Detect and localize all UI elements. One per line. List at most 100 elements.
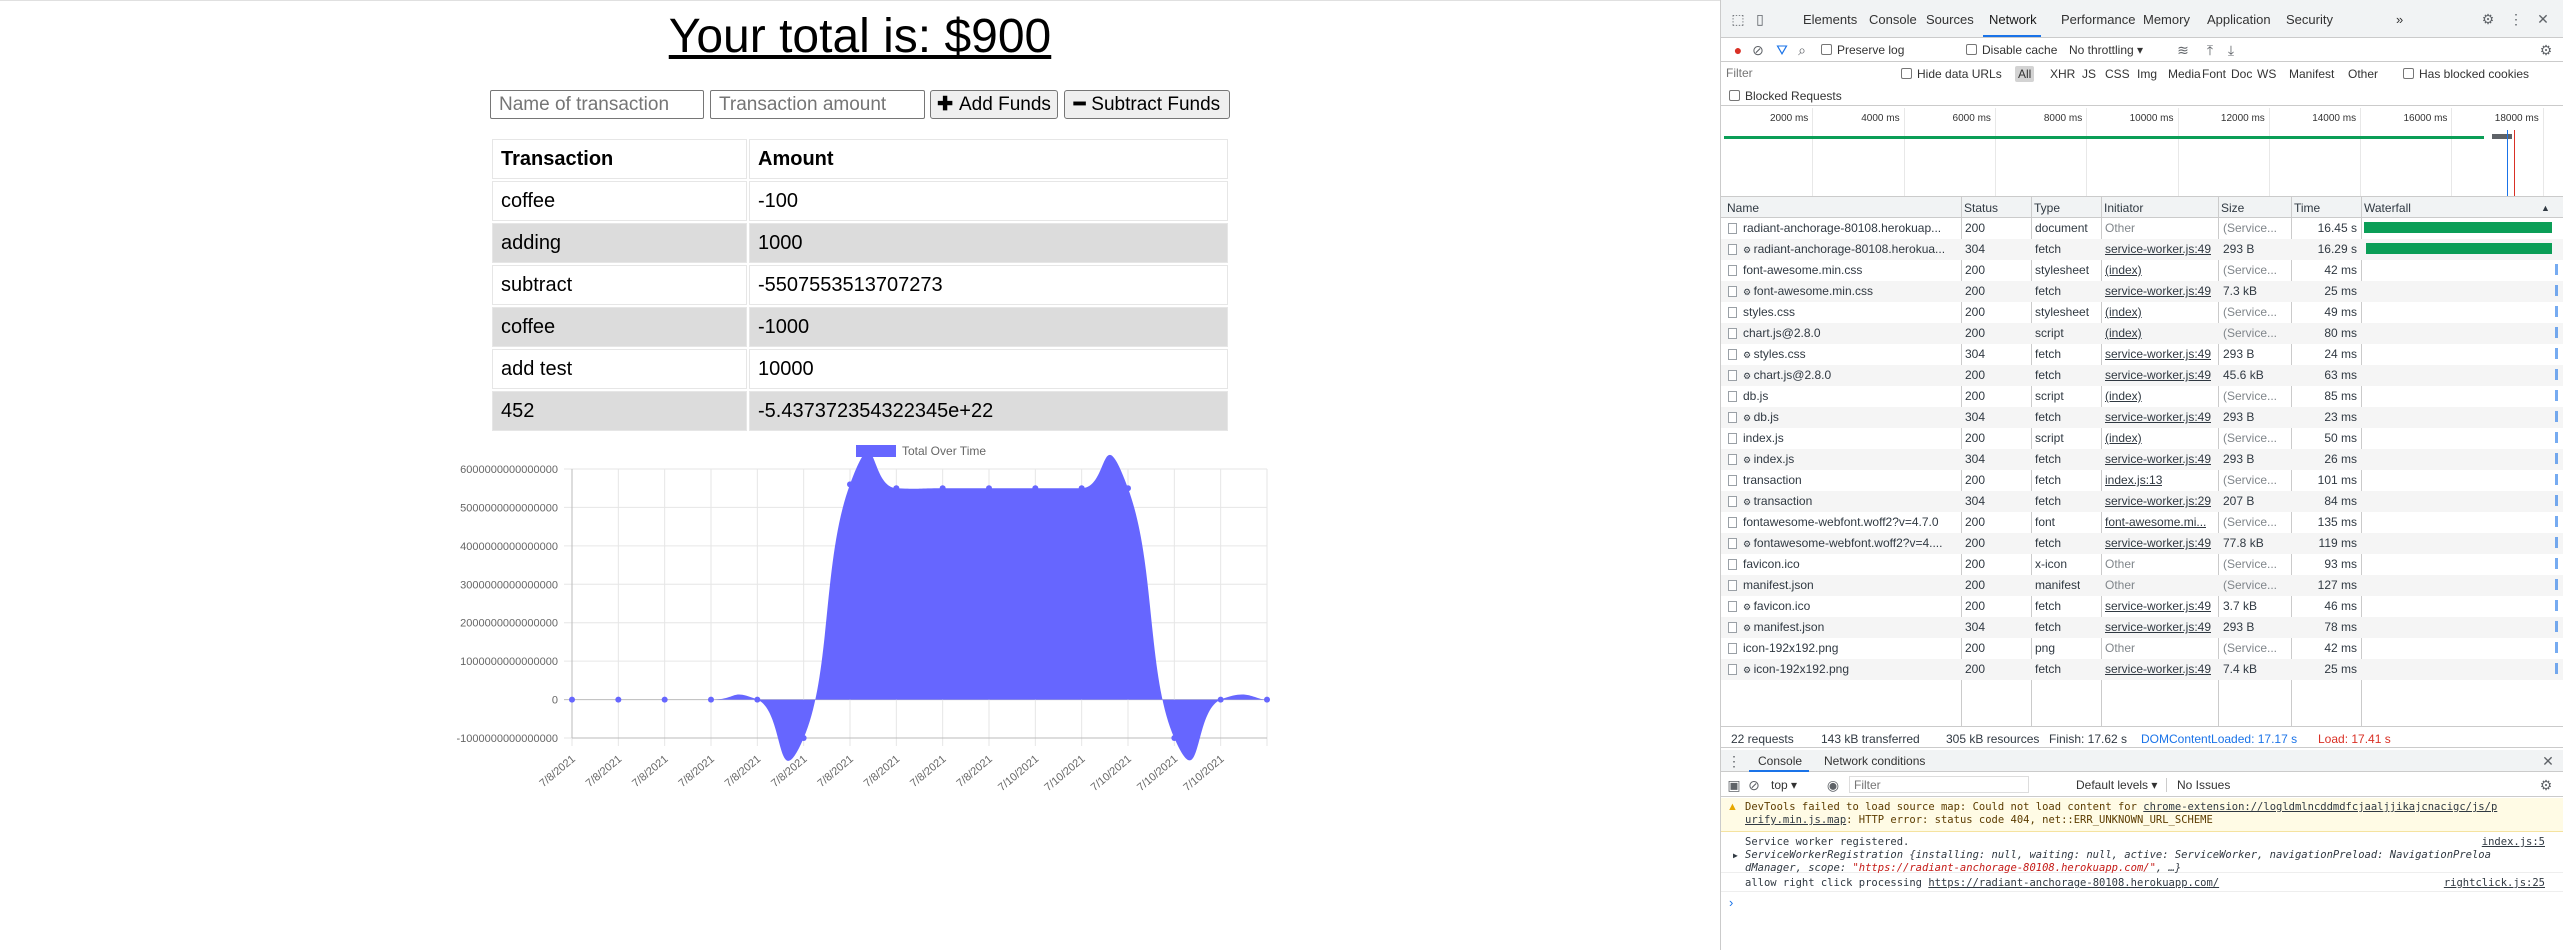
type-filter-ws[interactable]: WS [2257,67,2276,81]
request-initiator[interactable]: (index) [2105,389,2142,403]
type-filter-css[interactable]: CSS [2105,67,2130,81]
request-initiator[interactable]: service-worker.js:49 [2105,452,2211,466]
request-initiator[interactable]: service-worker.js:49 [2105,620,2211,634]
network-settings-icon[interactable]: ⚙ [2539,43,2553,57]
request-row[interactable]: favicon.ico 200 x-icon Other (Service... 93 m… [1721,554,2563,575]
request-initiator[interactable]: index.js:13 [2105,473,2162,487]
warning-link-cont[interactable]: urify.min.js.map [1745,814,1846,826]
request-initiator[interactable]: service-worker.js:29 [2105,494,2211,508]
col-waterfall[interactable]: Waterfall [2364,201,2411,215]
rightclick-link[interactable]: https://radiant-anchorage-80108.herokuap… [1928,877,2219,889]
network-filter-input[interactable] [1726,64,1891,81]
timeline-overview[interactable]: 2000 ms 4000 ms 6000 ms 8000 ms 10000 ms 1200… [1721,108,2563,196]
legend-label[interactable]: Total Over Time [902,444,986,458]
type-filter-manifest[interactable]: Manifest [2289,67,2334,81]
col-size[interactable]: Size [2221,201,2244,215]
tab-sources[interactable]: Sources [1926,12,1974,27]
subtract-funds-button[interactable]: ━ Subtract Funds [1064,90,1230,119]
request-row[interactable]: index.js 200 script (index) (Service... 50 ms [1721,428,2563,449]
type-filter-all[interactable]: All [2015,66,2035,82]
tab-application[interactable]: Application [2207,12,2271,27]
request-row[interactable]: ⚙ fontawesome-webfont.woff2?v=4.... 200 fe… [1721,533,2563,554]
request-initiator[interactable]: (index) [2105,326,2142,340]
tab-elements[interactable]: Elements [1803,12,1857,27]
context-select[interactable]: top ▾ [1771,778,1797,792]
col-time[interactable]: Time [2294,201,2320,215]
kebab-menu-icon[interactable]: ⋮ [2509,12,2523,26]
tab-security[interactable]: Security [2286,12,2333,27]
col-type[interactable]: Type [2034,201,2060,215]
close-drawer-icon[interactable]: ✕ [2541,754,2555,768]
request-initiator[interactable]: service-worker.js:49 [2105,242,2211,256]
transaction-name-input[interactable] [490,90,704,119]
type-filter-xhr[interactable]: XHR [2050,67,2075,81]
request-initiator[interactable]: service-worker.js:49 [2105,368,2211,382]
hide-data-urls-checkbox[interactable]: Hide data URLs [1901,67,2002,81]
request-row[interactable]: ⚙ radiant-anchorage-80108.herokua... 304 f… [1721,239,2563,260]
console-filter-input[interactable] [1849,776,2029,793]
export-har-icon[interactable]: ⤓ [2224,43,2238,57]
request-initiator[interactable]: (index) [2105,305,2142,319]
col-name[interactable]: Name [1727,201,1759,215]
add-funds-button[interactable]: ✚ Add Funds [930,90,1058,119]
request-row[interactable]: styles.css 200 stylesheet (index) (Service..… [1721,302,2563,323]
close-devtools-icon[interactable]: ✕ [2536,12,2550,26]
request-initiator[interactable]: service-worker.js:49 [2105,599,2211,613]
request-row[interactable]: ⚙ styles.css 304 fetch service-worker.js:49… [1721,344,2563,365]
drawer-menu-icon[interactable]: ⋮ [1727,754,1741,768]
console-clear-icon[interactable]: ⊘ [1747,778,1761,792]
legend-swatch[interactable] [856,445,896,457]
import-har-icon[interactable]: ⤒ [2203,43,2217,57]
expand-triangle-icon[interactable]: ▶ [1733,849,1738,862]
console-settings-icon[interactable]: ⚙ [2539,778,2553,792]
type-filter-font[interactable]: Font [2202,67,2226,81]
col-initiator[interactable]: Initiator [2104,201,2143,215]
record-icon[interactable]: ● [1731,43,1745,57]
transaction-amount-input[interactable] [710,90,925,119]
network-conditions-icon[interactable]: ≋ [2176,43,2190,57]
request-row[interactable]: db.js 200 script (index) (Service... 85 ms [1721,386,2563,407]
request-initiator[interactable]: service-worker.js:49 [2105,284,2211,298]
tab-network[interactable]: Network [1989,12,2037,27]
request-row[interactable]: chart.js@2.8.0 200 script (index) (Service..… [1721,323,2563,344]
type-filter-other[interactable]: Other [2348,67,2378,81]
request-row[interactable]: radiant-anchorage-80108.herokuap... 200 do… [1721,218,2563,239]
request-row[interactable]: ⚙ index.js 304 fetch service-worker.js:49 29… [1721,449,2563,470]
request-row[interactable]: ⚙ font-awesome.min.css 200 fetch service-wo… [1721,281,2563,302]
type-filter-js[interactable]: JS [2082,67,2096,81]
request-row[interactable]: fontawesome-webfont.woff2?v=4.7.0 200 font… [1721,512,2563,533]
live-expression-eye-icon[interactable]: ◉ [1826,778,1840,792]
rightclick-source-link[interactable]: rightclick.js:25 [2444,877,2545,889]
request-row[interactable]: ⚙ chart.js@2.8.0 200 fetch service-worker.j… [1721,365,2563,386]
warning-link[interactable]: chrome-extension://logldmlncddmdfcjaaljj… [2143,801,2497,813]
request-row[interactable]: font-awesome.min.css 200 stylesheet (index)… [1721,260,2563,281]
settings-gear-icon[interactable]: ⚙ [2481,12,2495,26]
type-filter-img[interactable]: Img [2137,67,2157,81]
request-initiator[interactable]: (index) [2105,263,2142,277]
issues-button[interactable]: No Issues [2166,778,2230,792]
sw-source-link[interactable]: index.js:5 [2482,836,2545,849]
request-initiator[interactable]: service-worker.js:49 [2105,347,2211,361]
tab-performance[interactable]: Performance [2061,12,2135,27]
drawer-tab-network-conditions[interactable]: Network conditions [1824,754,1925,768]
filter-icon[interactable]: ⛛ [1775,43,1789,57]
inspect-element-icon[interactable]: ⬚ [1731,12,1745,26]
clear-icon[interactable]: ⊘ [1751,43,1765,57]
request-row[interactable]: ⚙ icon-192x192.png 200 fetch service-worker… [1721,659,2563,680]
request-row[interactable]: icon-192x192.png 200 png Other (Service... 42… [1721,638,2563,659]
request-initiator[interactable]: service-worker.js:49 [2105,410,2211,424]
request-initiator[interactable]: service-worker.js:49 [2105,662,2211,676]
request-row[interactable]: ⚙ manifest.json 304 fetch service-worker.js… [1721,617,2563,638]
request-row[interactable]: ⚙ favicon.ico 200 fetch service-worker.js:4… [1721,596,2563,617]
has-blocked-cookies-checkbox[interactable]: Has blocked cookies [2403,67,2529,81]
device-toolbar-icon[interactable]: ▯ [1753,12,1767,26]
search-icon[interactable]: ⌕ [1795,43,1809,57]
throttling-select[interactable]: No throttling ▾ [2069,43,2143,57]
type-filter-media[interactable]: Media [2168,67,2201,81]
request-row[interactable]: ⚙ db.js 304 fetch service-worker.js:49 293 B… [1721,407,2563,428]
request-initiator[interactable]: font-awesome.mi... [2105,515,2206,529]
request-initiator[interactable]: (index) [2105,431,2142,445]
more-tabs-button[interactable]: » [2396,12,2403,27]
log-levels-select[interactable]: Default levels ▾ [2076,778,2157,792]
request-row[interactable]: transaction 200 fetch index.js:13 (Service..… [1721,470,2563,491]
